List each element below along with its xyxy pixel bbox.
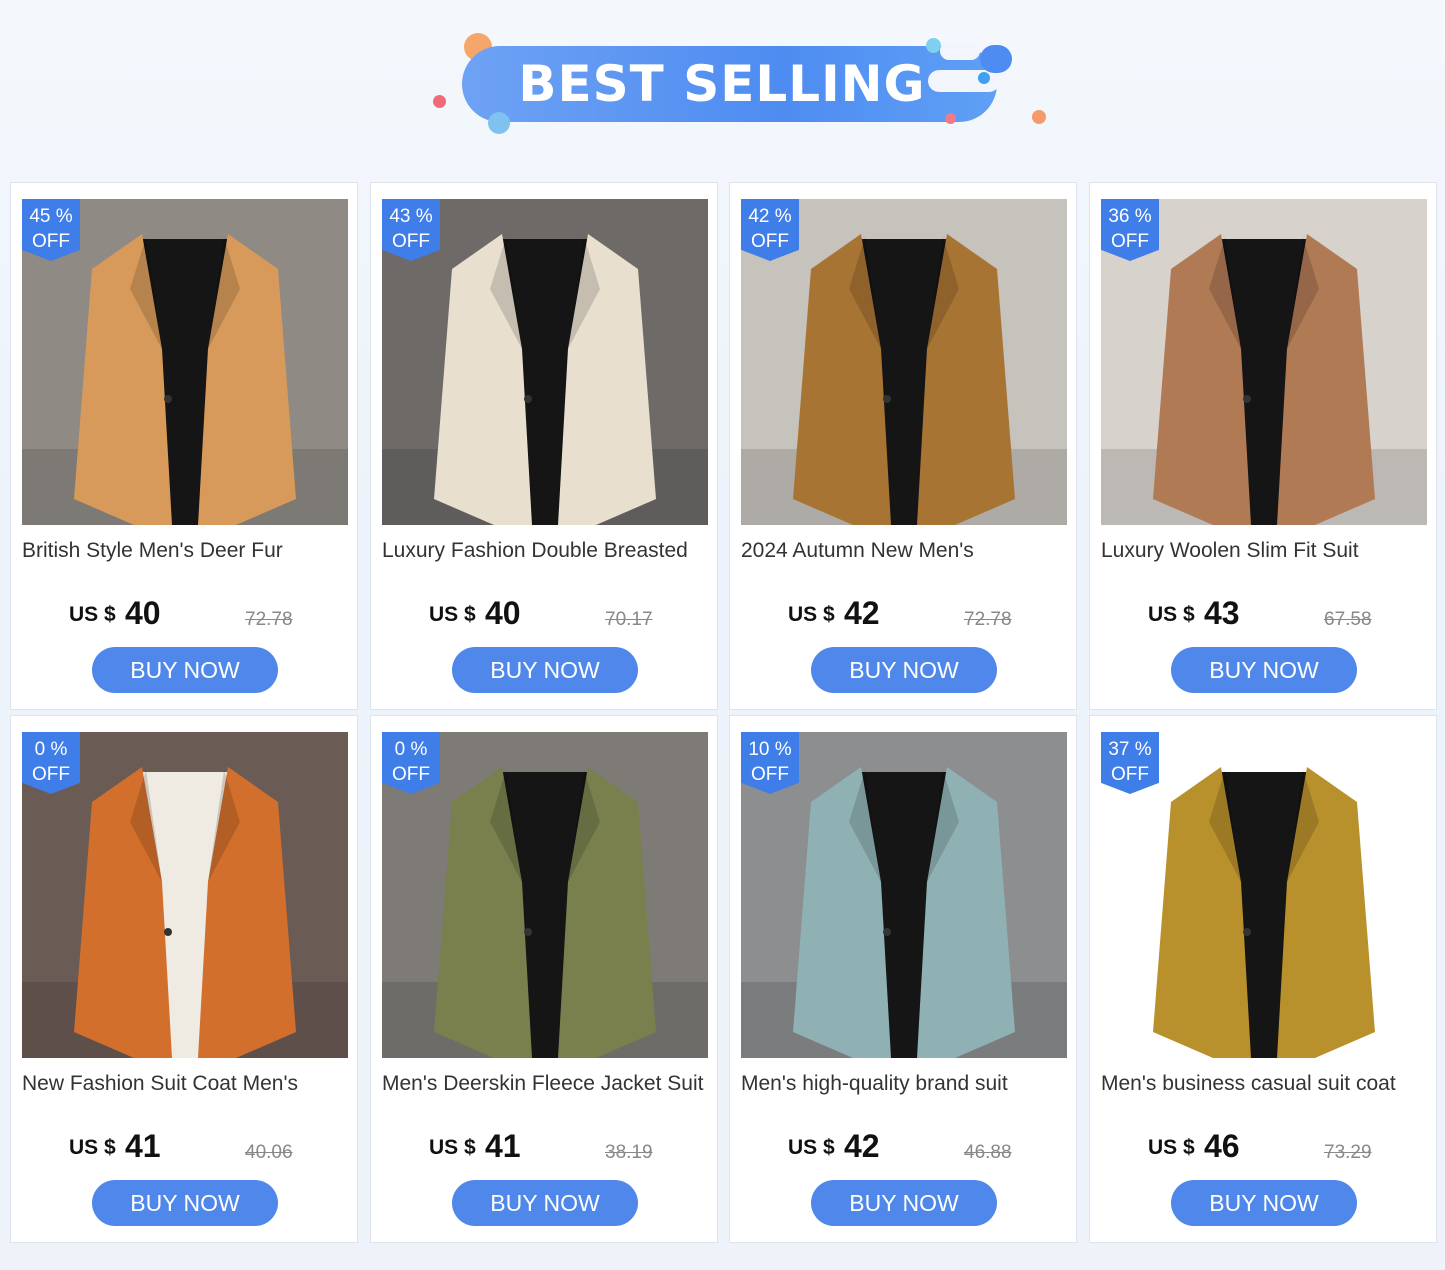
currency-label: US $ — [788, 603, 835, 626]
original-price: 72.78 — [245, 609, 293, 630]
currency-label: US $ — [1148, 1136, 1195, 1159]
product-title[interactable]: Luxury Fashion Double Breasted — [382, 539, 712, 563]
product-card[interactable]: 42 % OFF 2024 Autumn New Men's US $ 42 72… — [729, 182, 1077, 710]
discount-badge: 0 % OFF — [22, 732, 80, 794]
discount-badge: 0 % OFF — [382, 732, 440, 794]
buy-now-button[interactable]: BUY NOW — [811, 647, 997, 693]
sale-price: 41 — [485, 1128, 521, 1164]
original-price: 38.19 — [605, 1142, 653, 1163]
product-card[interactable]: 10 % OFF Men's high-quality brand suit US… — [729, 715, 1077, 1243]
jacket-button — [883, 928, 891, 936]
discount-badge: 42 % OFF — [741, 199, 799, 261]
jacket-button — [1243, 395, 1251, 403]
jacket-button — [164, 395, 172, 403]
product-title[interactable]: Men's high-quality brand suit — [741, 1072, 1071, 1096]
currency-label: US $ — [69, 1136, 116, 1159]
product-card[interactable]: 0 % OFF Men's Deerskin Fleece Jacket Suit… — [370, 715, 718, 1243]
discount-badge: 45 % OFF — [22, 199, 80, 261]
currency-label: US $ — [1148, 603, 1195, 626]
discount-badge: 36 % OFF — [1101, 199, 1159, 261]
jacket-button — [524, 395, 532, 403]
buy-now-button[interactable]: BUY NOW — [811, 1180, 997, 1226]
discount-badge: 10 % OFF — [741, 732, 799, 794]
product-card[interactable]: 43 % OFF Luxury Fashion Double Breasted U… — [370, 182, 718, 710]
currency-label: US $ — [429, 603, 476, 626]
product-card[interactable]: 45 % OFF British Style Men's Deer Fur US … — [10, 182, 358, 710]
product-title[interactable]: New Fashion Suit Coat Men's — [22, 1072, 352, 1096]
product-title[interactable]: Luxury Woolen Slim Fit Suit — [1101, 539, 1431, 563]
buy-now-button[interactable]: BUY NOW — [452, 1180, 638, 1226]
sale-price: 41 — [125, 1128, 161, 1164]
original-price: 72.78 — [964, 609, 1012, 630]
buy-now-button[interactable]: BUY NOW — [1171, 1180, 1357, 1226]
best-selling-banner: BEST SELLING — [0, 0, 1445, 170]
decor-dot — [433, 95, 446, 108]
buy-now-button[interactable]: BUY NOW — [452, 647, 638, 693]
product-title[interactable]: Men's business casual suit coat — [1101, 1072, 1431, 1096]
decor-dot — [980, 45, 1012, 73]
sale-price: 40 — [125, 595, 161, 631]
buy-now-button[interactable]: BUY NOW — [1171, 647, 1357, 693]
sale-price: 42 — [844, 1128, 880, 1164]
section-title: BEST SELLING — [518, 55, 926, 113]
sale-price: 42 — [844, 595, 880, 631]
product-title[interactable]: 2024 Autumn New Men's — [741, 539, 1071, 563]
product-card[interactable]: 37 % OFF Men's business casual suit coat … — [1089, 715, 1437, 1243]
currency-label: US $ — [788, 1136, 835, 1159]
product-card[interactable]: 36 % OFF Luxury Woolen Slim Fit Suit US $… — [1089, 182, 1437, 710]
jacket-button — [524, 928, 532, 936]
original-price: 70.17 — [605, 609, 653, 630]
original-price: 67.58 — [1324, 609, 1372, 630]
jacket-button — [164, 928, 172, 936]
buy-now-button[interactable]: BUY NOW — [92, 647, 278, 693]
sale-price: 40 — [485, 595, 521, 631]
discount-badge: 43 % OFF — [382, 199, 440, 261]
currency-label: US $ — [429, 1136, 476, 1159]
original-price: 46.88 — [964, 1142, 1012, 1163]
product-title[interactable]: British Style Men's Deer Fur — [22, 539, 352, 563]
sale-price: 46 — [1204, 1128, 1240, 1164]
original-price: 40.06 — [245, 1142, 293, 1163]
currency-label: US $ — [69, 603, 116, 626]
jacket-button — [1243, 928, 1251, 936]
decor-dot — [1032, 110, 1046, 124]
buy-now-button[interactable]: BUY NOW — [92, 1180, 278, 1226]
discount-badge: 37 % OFF — [1101, 732, 1159, 794]
jacket-button — [883, 395, 891, 403]
product-title[interactable]: Men's Deerskin Fleece Jacket Suit — [382, 1072, 712, 1096]
original-price: 73.29 — [1324, 1142, 1372, 1163]
product-card[interactable]: 0 % OFF New Fashion Suit Coat Men's US $ … — [10, 715, 358, 1243]
sale-price: 43 — [1204, 595, 1240, 631]
